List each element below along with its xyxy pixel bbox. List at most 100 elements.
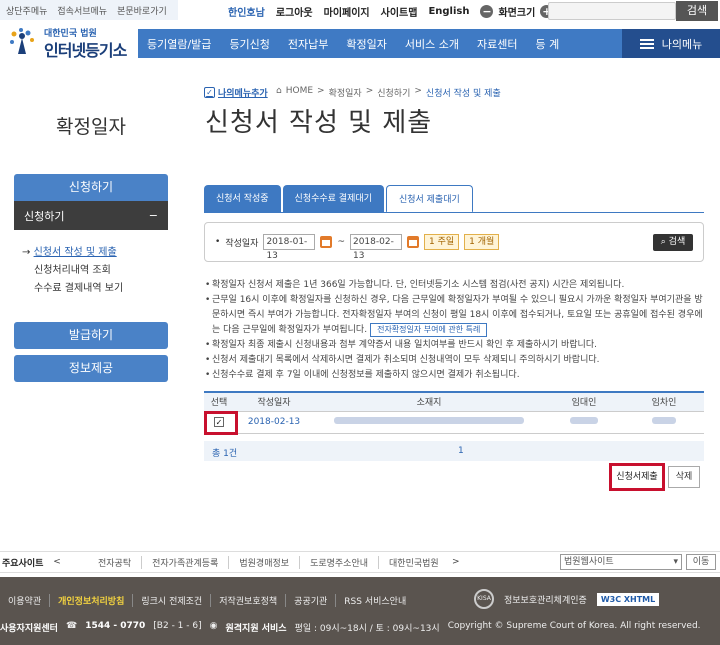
zoom-label: 화면크기 <box>498 7 536 19</box>
filter-label: 작성일자 <box>225 238 259 249</box>
sitemap-link[interactable]: 사이트맵 <box>381 4 418 19</box>
skip-link-topmenu[interactable]: 상단주메뉴 <box>6 4 47 17</box>
sites-next-button[interactable]: > <box>449 557 463 567</box>
date-filter: • 작성일자 2018-01-13 ~ 2018-02-13 1 주일 1 개월… <box>204 222 704 262</box>
footer-link-copyright[interactable]: 저작권보호정책 <box>211 594 287 607</box>
footer-link-terms[interactable]: 이용약관 <box>0 594 51 607</box>
sites-label: 주요사이트 <box>2 558 44 569</box>
gnb-item-e-payment[interactable]: 전자납부 <box>279 36 337 52</box>
calendar-icon[interactable] <box>406 236 419 248</box>
lnb-link-history[interactable]: 신청처리내역 조회 <box>22 262 123 280</box>
phone-icon: ☎ <box>65 621 78 631</box>
support-phone: 1544 - 0770 <box>85 621 146 631</box>
global-search-input[interactable] <box>553 5 659 17</box>
site-go-button[interactable]: 이동 <box>686 554 716 570</box>
skip-link-content[interactable]: 본문바로가기 <box>117 4 167 17</box>
site-link[interactable]: 법원경매정보 <box>229 555 301 569</box>
date-tilde: ~ <box>337 237 345 247</box>
collapse-icon: − <box>148 209 158 222</box>
col-address: 소재지 <box>314 391 544 412</box>
main-navigation: 등기열람/발급 등기신청 전자납부 확정일자 서비스 소개 자료센터 등 계 나… <box>138 29 720 58</box>
date-from-input[interactable]: 2018-01-13 <box>263 234 316 261</box>
my-menu-label: 나의메뉴 <box>661 37 703 51</box>
zoom-control: − 화면크기 + <box>480 4 554 19</box>
gnb-item-register-view[interactable]: 등기열람/발급 <box>138 36 220 52</box>
logo-title[interactable]: 인터넷등기소 <box>44 37 127 61</box>
row-date-link[interactable]: 2018-02-13 <box>234 411 314 434</box>
filter-bullet: • <box>215 237 221 247</box>
footer-link-rss[interactable]: RSS 서비스안내 <box>336 594 414 607</box>
pagination: 총 1건 1 <box>204 441 704 461</box>
footer-links: 이용약관 개인정보처리방침 링크시 전제조건 저작권보호정책 공공기관 RSS … <box>0 594 414 607</box>
logout-link[interactable]: 로그아웃 <box>276 4 313 19</box>
page-number[interactable]: 1 <box>458 446 464 456</box>
breadcrumb: ⌂ HOME > 확정일자 > 신청하기 > 신청서 작성 및 제출 <box>276 86 501 99</box>
gnb-item-service-intro[interactable]: 서비스 소개 <box>396 36 468 52</box>
site-link[interactable]: 대한민국법원 <box>379 556 449 569</box>
notice-item: 확정일자 최종 제출시 신청내용과 첨부 계약증서 내용 일치여부를 반드시 확… <box>205 338 705 353</box>
lnb-info[interactable]: 정보제공 <box>14 355 168 382</box>
lnb-link-write-submit[interactable]: → 신청서 작성 및 제출 <box>22 244 123 262</box>
remote-support-link[interactable]: 원격지원 서비스 <box>225 621 286 634</box>
site-link[interactable]: 전자가족관계등록 <box>142 555 230 569</box>
lnb-sub-apply[interactable]: 신청하기 − <box>14 201 168 230</box>
mypage-link[interactable]: 마이페이지 <box>324 4 370 19</box>
tab-submit-waiting[interactable]: 신청서 제출대기 <box>385 185 473 213</box>
gnb-item-register-apply[interactable]: 등기신청 <box>220 36 278 52</box>
site-link[interactable]: 전자공탁 <box>88 555 143 569</box>
calendar-icon[interactable] <box>320 236 333 248</box>
global-search-button[interactable]: 검색 <box>676 1 718 21</box>
breadcrumb-fixed-date[interactable]: 확정일자 <box>329 86 362 99</box>
check-icon: ✓ <box>204 87 215 98</box>
tab-payment-waiting[interactable]: 신청수수료 결제대기 <box>282 185 384 213</box>
footer-link-agency[interactable]: 공공기관 <box>286 594 337 607</box>
tab-divider <box>204 212 704 213</box>
remote-icon: ◉ <box>209 621 218 631</box>
period-month-button[interactable]: 1 개월 <box>464 234 500 250</box>
breadcrumb-apply[interactable]: 신청하기 <box>377 86 410 99</box>
footer-link-privacy[interactable]: 개인정보처리방침 <box>50 594 134 607</box>
skip-link-submenu[interactable]: 접속서브메뉴 <box>57 4 107 17</box>
date-to-input[interactable]: 2018-02-13 <box>349 234 402 261</box>
gnb-item-stats[interactable]: 등 계 <box>526 36 568 52</box>
arrow-right-icon: → <box>22 247 34 258</box>
col-select: 선택 <box>204 391 234 412</box>
checkbox-highlight <box>204 411 238 435</box>
footer-link-linking[interactable]: 링크시 전제조건 <box>133 594 212 607</box>
footer: 이용약관 개인정보처리방침 링크시 전제조건 저작권보호정책 공공기관 RSS … <box>0 577 720 645</box>
zoom-out-button[interactable]: − <box>480 4 494 18</box>
period-week-button[interactable]: 1 주일 <box>423 234 460 250</box>
special-rule-button[interactable]: 전자확정일자 부여에 관한 특례 <box>370 323 488 337</box>
redacted-landlord <box>570 417 598 424</box>
english-link[interactable]: English <box>428 6 469 17</box>
submit-application-button[interactable]: 신청서제출 <box>609 463 665 491</box>
court-site-select[interactable]: 법원웹사이트 ▾ <box>560 554 682 570</box>
add-my-menu-link[interactable]: ✓ 나의메뉴추가 <box>204 86 268 99</box>
site-link[interactable]: 도로명주소안내 <box>300 555 380 569</box>
notice-item: 신청수수료 결제 후 7일 이내에 신청정보를 제출하지 않으시면 결제가 취소… <box>205 368 705 383</box>
filter-search-button[interactable]: ⌕ 검색 <box>653 233 693 251</box>
notice-list: 확정일자 신청서 제출은 1년 366일 가능합니다. 단, 인터넷등기소 시스… <box>205 278 705 383</box>
notice-item: 신청서 제출대기 목록에서 삭제하시면 결제가 취소되며 신청내역이 모두 삭제… <box>205 353 705 368</box>
tab-writing[interactable]: 신청서 작성중 <box>204 185 281 213</box>
support-center-label: 사용자지원센터 <box>0 624 58 634</box>
lnb-link-payment-history[interactable]: 수수료 결제내역 보기 <box>22 280 123 298</box>
util-home-link[interactable]: 한인호남 <box>228 4 265 19</box>
delete-button[interactable]: 삭제 <box>668 466 700 488</box>
notice-item: 확정일자 신청서 제출은 1년 366일 가능합니다. 단, 인터넷등기소 시스… <box>205 278 705 293</box>
redacted-address <box>334 417 524 424</box>
my-menu-button[interactable]: 나의메뉴 <box>622 29 720 58</box>
isms-label: 정보보호관리체계인증 <box>504 595 587 606</box>
sites-prev-button[interactable]: < <box>50 557 64 567</box>
breadcrumb-home[interactable]: HOME <box>286 86 313 99</box>
lnb-issue[interactable]: 발급하기 <box>14 322 168 349</box>
gnb-item-fixed-date[interactable]: 확정일자 <box>337 36 395 52</box>
application-table: 선택 작성일자 소재지 임대인 임차인 ✓ 2018-02-13 <box>204 391 704 434</box>
table-row: ✓ 2018-02-13 <box>204 411 704 434</box>
utility-menu: 한인호남 로그아웃 마이페이지 사이트맵 English − 화면크기 + <box>228 2 554 20</box>
related-sites-bar: 주요사이트 < 전자공탁 전자가족관계등록 법원경매정보 도로명주소안내 대한민… <box>0 551 720 573</box>
gnb-item-data-center[interactable]: 자료센터 <box>468 36 526 52</box>
col-landlord: 임대인 <box>544 391 624 412</box>
notice-item: 근무일 16시 이후에 확정일자를 신청하신 경우, 다음 근무일에 확정일자가… <box>205 293 705 338</box>
lnb-apply[interactable]: 신청하기 <box>14 174 168 201</box>
